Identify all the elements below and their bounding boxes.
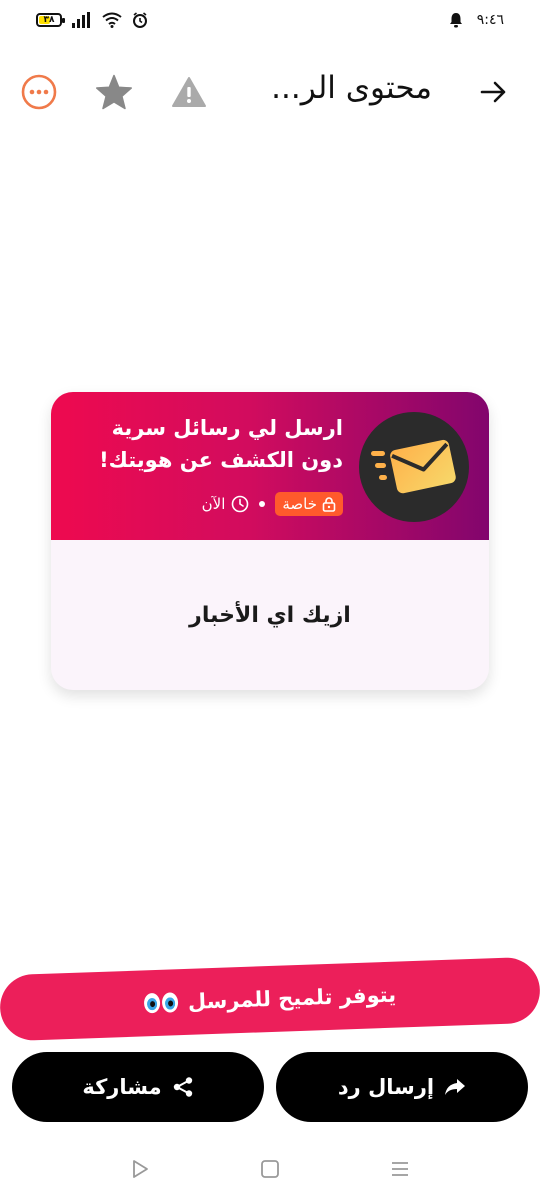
clock-icon [232,495,249,513]
signal-icon [72,12,90,28]
battery-level: ٣٨ [43,14,55,25]
notification-bell-icon [449,13,462,28]
square-home-icon [261,1160,279,1178]
wifi-icon [102,12,122,28]
app-bar: محتوى الر... [0,60,540,124]
nav-recents-button[interactable] [385,1154,415,1184]
triangle-back-icon [133,1160,148,1178]
status-bar: ٣٨ ٩:٤٦ [0,0,540,44]
send-reply-label: إرسال رد [337,1075,435,1099]
app-logo [359,412,469,522]
report-button[interactable] [167,70,211,114]
share-label: مشاركة [82,1075,162,1099]
status-icons-right: ٩:٤٦ [449,12,504,28]
alarm-icon [133,12,147,28]
menu-lines-icon [392,1162,408,1176]
card-meta: خاصة الآن [202,492,343,516]
status-icons-left: ٣٨ [36,12,148,28]
system-nav-bar [0,1140,540,1200]
private-badge-label: خاصة [282,495,317,513]
favorite-button[interactable] [92,70,136,114]
page-title: محتوى الر... [271,70,432,106]
private-badge: خاصة [275,492,343,516]
more-options-button[interactable] [17,70,61,114]
reply-arrow-icon [445,1079,466,1095]
back-button[interactable] [474,72,514,112]
separator-dot [259,501,266,507]
sender-hint-button[interactable]: يتوفر تلميح للمرسل [0,956,540,1042]
envelope-icon [371,439,456,494]
warning-icon [172,77,206,107]
nav-home-button[interactable] [255,1154,285,1184]
send-reply-button[interactable]: إرسال رد [276,1052,528,1122]
timestamp-label: الآن [201,495,226,513]
clock: ٩:٤٦ [476,12,504,28]
star-icon [96,74,132,110]
share-icon [173,1077,192,1097]
nav-back-button[interactable] [125,1154,155,1184]
message-text: ازيك اي الأخبار [189,602,351,628]
share-button[interactable]: مشاركة [12,1052,264,1122]
eyes-icon [143,992,179,1014]
lock-icon [322,497,336,512]
arrow-right-icon [480,81,506,103]
timestamp: الآن [202,495,250,513]
card-header: ارسل لي رسائل سرية دون الكشف عن هويتك! خ… [51,392,489,540]
message-card: ارسل لي رسائل سرية دون الكشف عن هويتك! خ… [51,392,489,690]
battery-icon: ٣٨ [36,13,65,27]
more-options-icon [21,74,57,110]
sender-hint-label: يتوفر تلميح للمرسل [187,982,397,1014]
card-headline: ارسل لي رسائل سرية دون الكشف عن هويتك! [99,416,343,472]
